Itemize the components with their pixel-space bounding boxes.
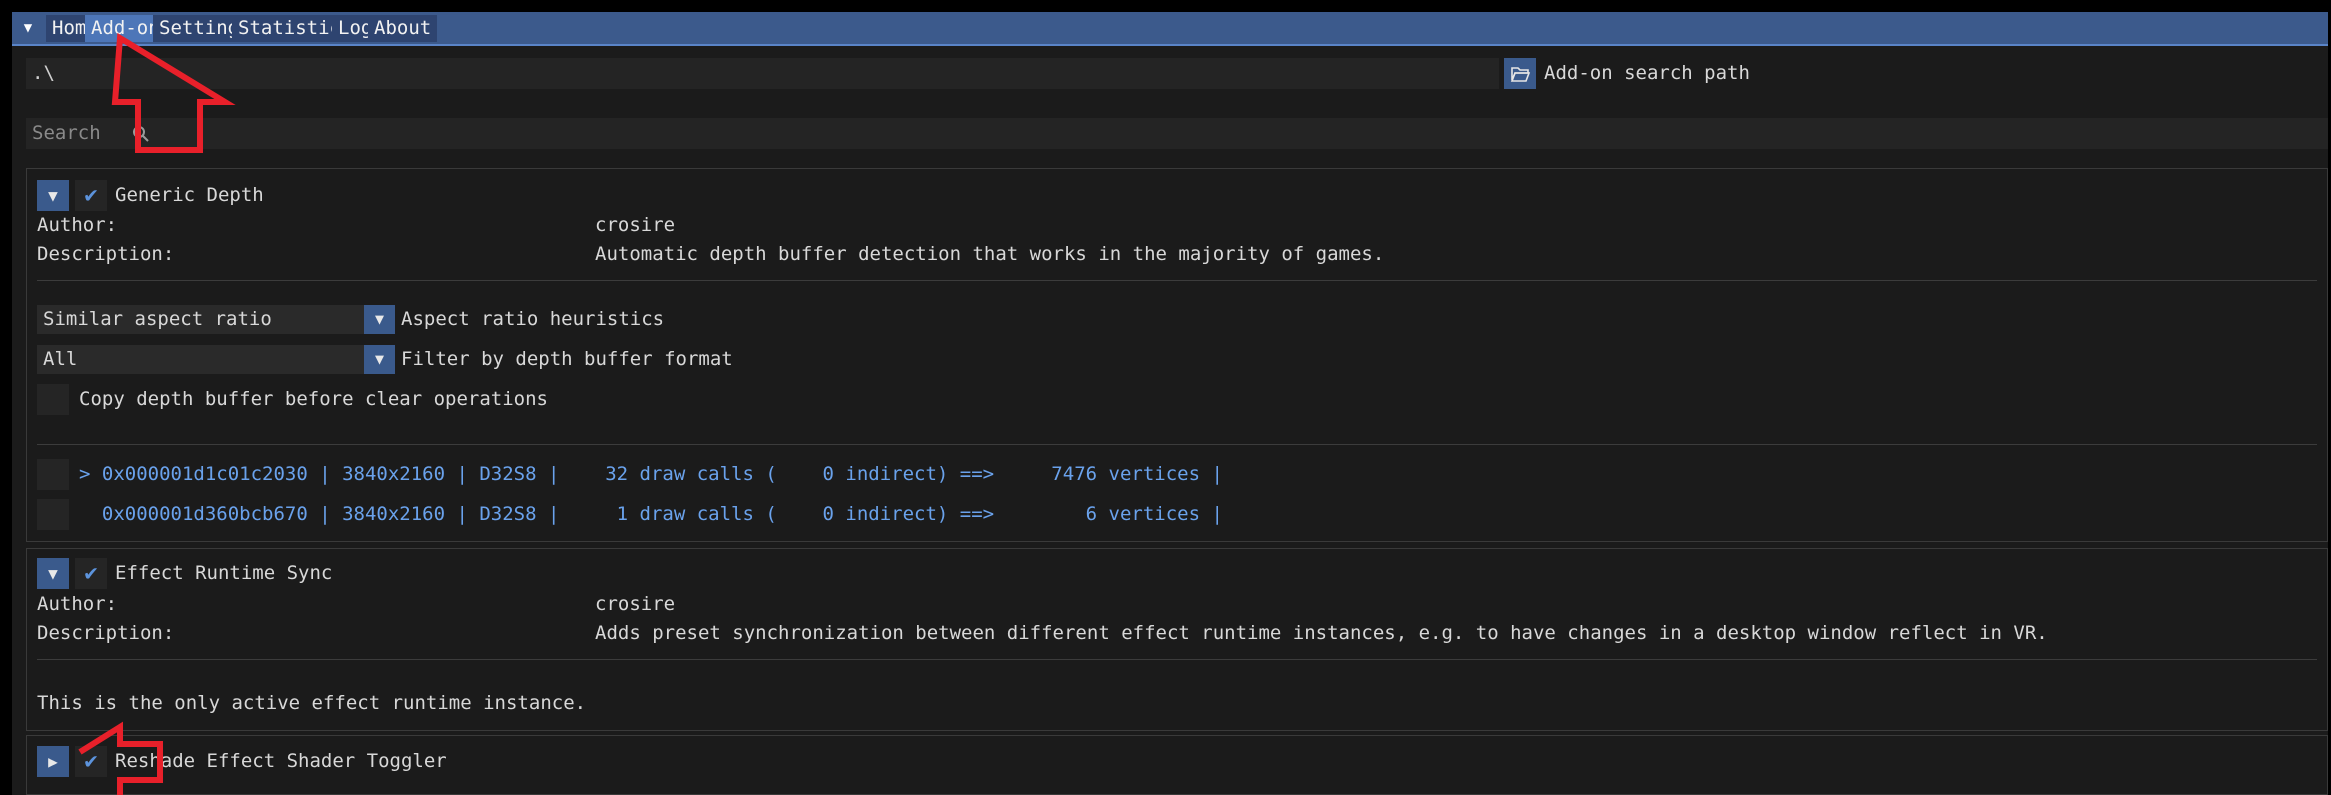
reshade-overlay-window: ▼ Home Add-ons Settings Statistics Log A… [12,12,2328,795]
annotation-arrows [78,32,236,795]
annotation-arrow-up [111,32,236,153]
annotation-arrow-left [78,721,163,795]
